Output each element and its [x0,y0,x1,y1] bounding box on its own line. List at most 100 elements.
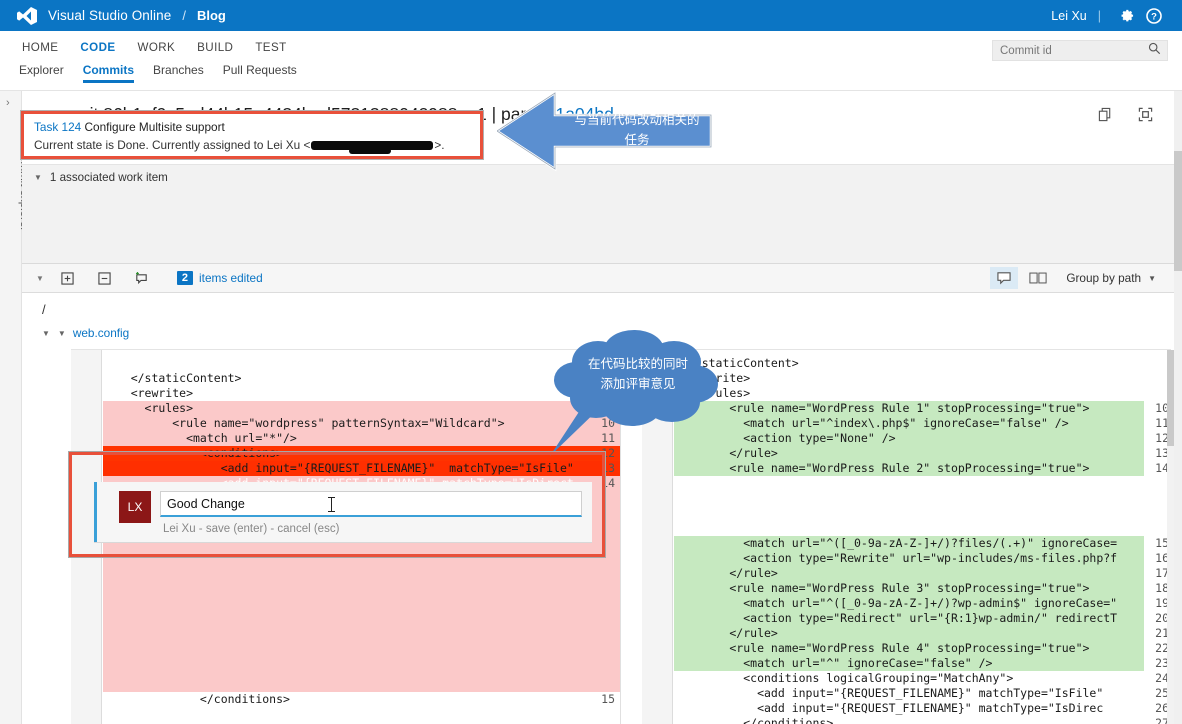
nav-item-build[interactable]: BUILD [197,41,233,54]
text-cursor-icon [328,497,335,512]
code-line: <rule name="WordPress Rule 4" stopProces… [674,641,1090,655]
path-root-label: / [42,302,46,317]
subnav-item-explorer[interactable]: Explorer [19,63,64,83]
search-box[interactable] [992,40,1168,61]
triangle-down-icon[interactable]: ▼ [34,173,42,182]
code-line: </rule> [674,566,778,580]
nav-item-work[interactable]: WORK [138,41,176,54]
associated-work-item-body [22,189,1174,263]
cloud-callout-line2: 添加评审意见 [600,377,676,391]
search-input[interactable] [993,44,1133,57]
code-line: <match url="^index\.php$" ignoreCase="fa… [674,416,1069,430]
code-line: <rule name="WordPress Rule 3" stopProces… [674,581,1090,595]
diff-scrollbar-right[interactable] [1167,350,1174,724]
work-item-state-suffix: >. [434,138,445,152]
comment-hint: Lei Xu - save (enter) - cancel (esc) [163,523,340,535]
comment-input-value: Good Change [167,496,245,511]
associated-work-item-label: 1 associated work item [49,170,168,184]
arrow-callout-line1: 与当前代码改动相关的 [574,113,700,127]
brand-separator: / [182,8,186,23]
code-line: <conditions> [103,446,284,460]
copy-icon[interactable] [1092,103,1118,125]
top-bar-divider: | [1097,8,1101,23]
subnav-item-pull-requests[interactable]: Pull Requests [223,63,297,83]
project-name-link[interactable]: Blog [197,8,226,23]
items-edited-count: 2 [176,271,194,285]
page-scrollbar[interactable] [1174,91,1182,724]
subnav-item-commits[interactable]: Commits [82,63,135,83]
code-line: <action type="Redirect" url="{R:1}wp-adm… [674,611,1118,625]
top-bar: Visual Studio Online / Blog Lei Xu | ? [0,0,1182,31]
triangle-down-icon[interactable]: ▼ [36,274,44,283]
task-link[interactable]: Task 124 [34,120,81,134]
visual-studio-logo-icon [16,6,38,25]
help-icon[interactable]: ? [1140,2,1168,30]
nav-item-code[interactable]: CODE [80,41,115,54]
redacted-email [311,140,434,154]
diff-toolbar: ▼ 2 items edited Group by path ▼ [22,264,1174,293]
collapse-all-icon[interactable] [91,267,118,289]
code-line: <match url="^([_0-9a-zA-Z-]+/)?wp-admin$… [674,596,1118,610]
work-item-state-text: Current state is Done. Currently assigne… [34,138,311,152]
nav-item-test[interactable]: TEST [255,41,286,54]
fullscreen-icon[interactable] [1132,103,1158,125]
chevron-right-icon[interactable]: › [6,97,10,109]
code-line: <add input="{REQUEST_FILENAME}" matchTyp… [674,701,1104,715]
group-by-label: Group by path [1066,271,1142,285]
task-title: Configure Multisite support [84,120,225,134]
inline-comment-editor[interactable]: LX Good Change Lei Xu - save (enter) - c… [94,482,592,542]
top-bar-right: Lei Xu | ? [1051,2,1168,30]
comment-input[interactable]: Good Change [160,491,582,517]
expand-all-icon[interactable] [54,267,81,289]
nav-item-home[interactable]: HOME [22,41,58,54]
svg-text:?: ? [1151,11,1157,22]
items-edited[interactable]: 2 items edited [176,271,263,285]
code-line: <add input="{REQUEST_FILENAME}" matchTyp… [103,461,574,475]
user-name-label[interactable]: Lei Xu [1051,9,1086,23]
file-name-link[interactable]: web.config [73,326,129,340]
diff-highlight-deleted-block [103,661,620,692]
avatar: LX [119,491,151,523]
brand-label[interactable]: Visual Studio Online [48,8,171,23]
code-line: </rule> [674,626,778,640]
group-by-dropdown[interactable]: Group by path ▼ [1066,271,1156,285]
triangle-down-icon[interactable]: ▼ [58,329,66,338]
side-by-side-icon[interactable] [1024,267,1052,289]
subnav-item-branches[interactable]: Branches [153,63,204,83]
scrollbar-thumb[interactable] [1174,151,1182,271]
code-line: <rule name="WordPress Rule 1" stopProces… [674,401,1090,415]
line-number: 13 [601,461,615,475]
scrollbar-thumb[interactable] [1167,350,1174,446]
app-root: Visual Studio Online / Blog Lei Xu | ? H… [0,0,1182,724]
code-line: <rule name="wordpress" patternSyntax="Wi… [103,416,505,430]
code-line: <match url="^([_0-9a-zA-Z-]+/)?files/(.+… [674,536,1118,550]
cloud-callout-line1: 在代码比较的同时 [587,357,688,371]
add-comment-icon[interactable] [128,267,155,289]
commit-explorer-rail[interactable]: › Commit explorer [0,91,30,724]
comment-icon[interactable] [990,267,1019,289]
arrow-callout: 与当前代码改动相关的 任务 [494,85,719,177]
work-item-card[interactable]: Task 124 Configure Multisite support Cur… [21,111,483,159]
line-number: 14 [601,476,615,490]
code-line: <match url="^" ignoreCase="false" /> [674,656,993,670]
code-line: <action type="Rewrite" url="wp-includes/… [674,551,1118,565]
diff-toolbar-right: Group by path ▼ [984,267,1156,289]
search-icon[interactable] [1148,42,1161,60]
code-line: </conditions> [674,716,834,724]
arrow-callout-line2: 任务 [624,133,650,147]
file-tree-row[interactable]: ▼ ▼ web.config [42,326,129,340]
work-item-state-row: Current state is Done. Currently assigne… [34,138,480,154]
code-line: </conditions> [103,692,290,706]
code-line: <add input="{REQUEST_FILENAME}" matchTyp… [674,686,1104,700]
code-line: <rules> [103,401,194,415]
line-number: 15 [601,692,615,706]
code-line: <rewrite> [103,386,194,400]
code-line: <match url="*"/> [103,431,297,445]
cloud-callout-text: 在代码比较的同时 添加评审意见 [568,354,708,394]
gear-icon[interactable] [1112,2,1140,30]
chevron-down-icon[interactable]: ▼ [1148,274,1156,283]
arrow-callout-text: 与当前代码改动相关的 任务 [567,102,707,158]
triangle-down-icon[interactable]: ▼ [42,329,50,338]
cloud-callout: 在代码比较的同时 添加评审意见 [546,330,726,456]
code-line: <conditions logicalGrouping="MatchAny"> [674,671,1014,685]
